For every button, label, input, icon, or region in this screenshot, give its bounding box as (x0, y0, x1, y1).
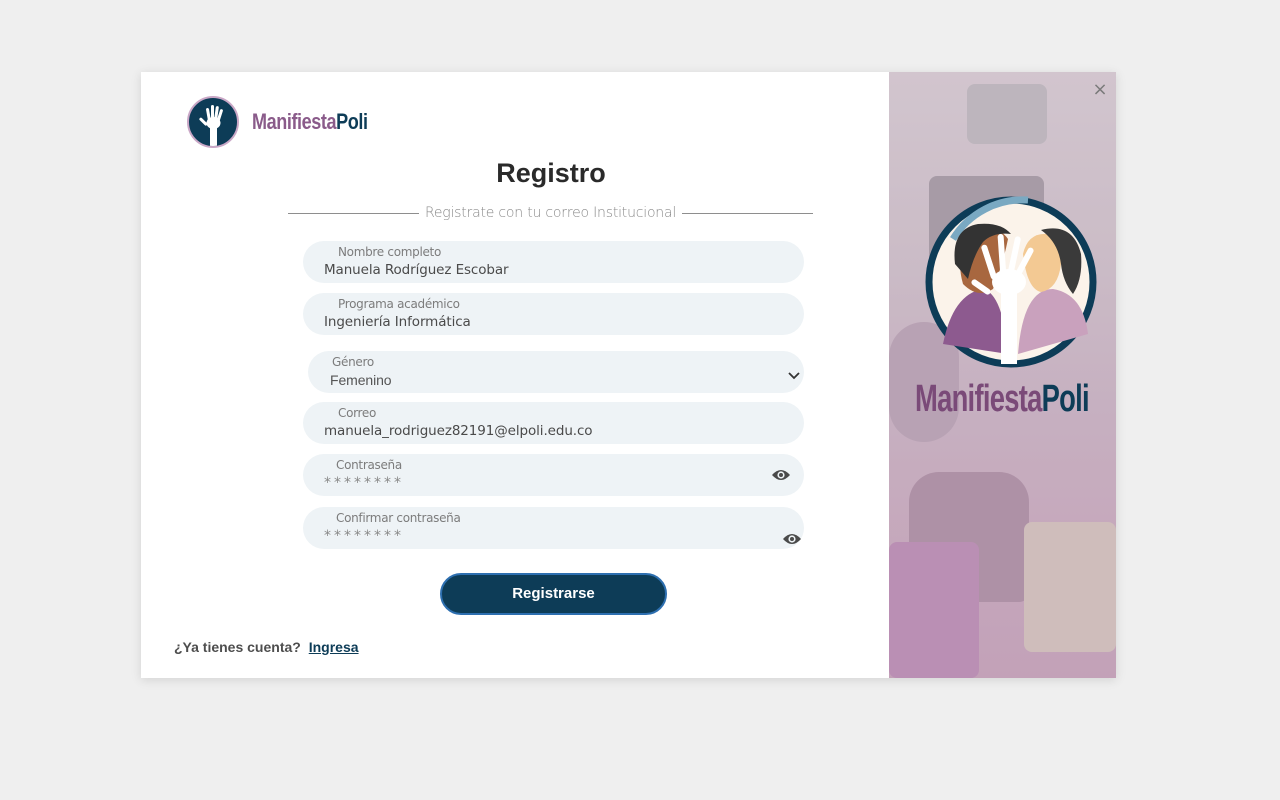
brand-logo-icon (187, 96, 239, 148)
gender-value: Femenino (330, 372, 392, 388)
gender-label: Género (332, 355, 374, 369)
eye-icon[interactable] (782, 532, 802, 546)
confirm-password-label: Confirmar contraseña (336, 511, 461, 525)
panel-overlay (889, 72, 1116, 678)
full-name-field[interactable]: Nombre completo Manuela Rodríguez Escoba… (303, 241, 804, 283)
register-modal: ManifiestaPoli Registro Registrate con t… (141, 72, 1116, 678)
brand-wordmark: ManifiestaPoli (252, 109, 368, 135)
brand-name-part1: Manifiesta (252, 109, 337, 134)
divider-line-left (288, 212, 419, 214)
brand-illustration-icon (925, 196, 1097, 368)
email-label: Correo (338, 406, 377, 420)
divider-line-right (682, 212, 814, 214)
confirm-password-value: ******** (324, 528, 404, 544)
full-name-label: Nombre completo (338, 245, 442, 259)
login-prompt: ¿Ya tienes cuenta? Ingresa (174, 639, 359, 655)
email-value: manuela_rodriguez82191@elpoli.edu.co (324, 423, 593, 439)
panel-brand-name-part1: Manifiesta (915, 378, 1042, 420)
program-value: Ingeniería Informática (324, 314, 471, 330)
close-icon[interactable]: × (1092, 81, 1108, 99)
password-field[interactable]: Contraseña ******** (303, 454, 804, 496)
subtitle: Registrate con tu correo Institucional (424, 205, 677, 221)
eye-icon[interactable] (771, 468, 791, 482)
login-prompt-text: ¿Ya tienes cuenta? (174, 639, 301, 655)
panel-brand-name-part2: Poli (1041, 378, 1090, 420)
program-label: Programa académico (338, 297, 460, 311)
login-link[interactable]: Ingresa (309, 639, 359, 655)
password-label: Contraseña (336, 458, 402, 472)
panel-brand-wordmark: ManifiestaPoli (915, 378, 1090, 421)
password-value: ******** (324, 475, 404, 491)
subtitle-divider: Registrate con tu correo Institucional (288, 203, 814, 223)
register-button[interactable]: Registrarse (440, 573, 667, 615)
page-title: Registro (496, 158, 606, 188)
gender-select[interactable]: Género Femenino (308, 351, 804, 393)
chevron-down-icon (788, 372, 800, 380)
email-field[interactable]: Correo manuela_rodriguez82191@elpoli.edu… (303, 402, 804, 444)
confirm-password-field[interactable]: Confirmar contraseña ******** (303, 507, 804, 549)
full-name-value: Manuela Rodríguez Escobar (324, 262, 509, 278)
brand-name-part2: Poli (336, 109, 368, 134)
side-photo-panel: ManifiestaPoli × (889, 72, 1116, 678)
program-field[interactable]: Programa académico Ingeniería Informátic… (303, 293, 804, 335)
